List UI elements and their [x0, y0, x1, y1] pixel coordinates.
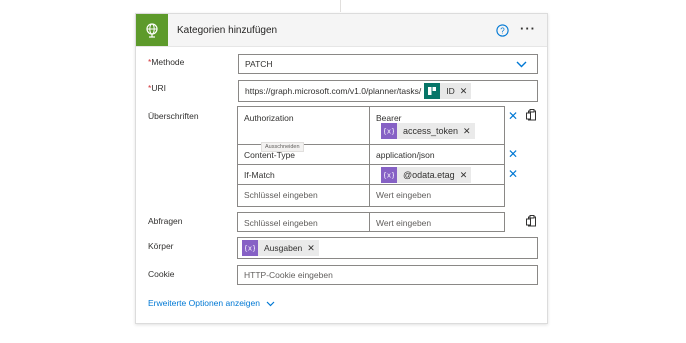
cookie-input[interactable]: HTTP-Cookie eingeben [237, 265, 538, 285]
delete-row-icon[interactable]: ✕ [508, 168, 518, 180]
access-token-token[interactable]: {x} access_token ✕ [381, 123, 475, 139]
action-card: Kategorien hinzufügen ? ··· *Methode PAT… [135, 13, 548, 324]
card-title: Kategorien hinzufügen [177, 25, 278, 36]
header-value-input[interactable]: Wert eingeben [370, 184, 437, 206]
uri-input[interactable]: https://graph.microsoft.com/v1.0/planner… [238, 80, 538, 102]
uri-value: https://graph.microsoft.com/v1.0/planner… [245, 86, 422, 96]
globe-icon [136, 14, 168, 46]
help-icon[interactable]: ? [496, 24, 509, 37]
svg-text:{x}: {x} [384, 128, 394, 136]
cut-tooltip: Ausschneiden [261, 142, 304, 152]
remove-token-icon[interactable]: ✕ [460, 170, 468, 181]
headers-table: Authorization Bearer {x} access_token ✕ … [237, 106, 505, 207]
svg-text:?: ? [500, 26, 505, 35]
header-key-input[interactable]: Schlüssel eingeben [238, 184, 324, 206]
remove-token-icon[interactable]: ✕ [307, 243, 315, 254]
flow-connector [340, 0, 341, 12]
more-options-icon[interactable]: ··· [520, 21, 536, 36]
token-label: access_token [403, 126, 459, 136]
delete-row-icon[interactable]: ✕ [508, 148, 518, 160]
odata-etag-token[interactable]: {x} @odata.etag ✕ [381, 167, 472, 183]
queries-table: Schlüssel eingeben Wert eingeben [237, 212, 505, 232]
header-key-if-match[interactable]: If-Match [238, 164, 281, 186]
delete-row-icon[interactable]: ✕ [508, 110, 518, 122]
uri-token-label: ID [446, 86, 455, 96]
queries-label: Abfragen [148, 216, 183, 226]
query-value-input[interactable]: Wert eingeben [370, 213, 437, 234]
token-label: @odata.etag [403, 170, 455, 180]
paste-icon[interactable] [526, 109, 537, 121]
paste-icon[interactable] [526, 215, 537, 227]
outputs-token[interactable]: {x} Ausgaben ✕ [242, 240, 319, 256]
method-label: *Methode [148, 57, 185, 67]
uri-id-token[interactable]: ID ✕ [424, 83, 472, 99]
body-label: Körper [148, 241, 174, 251]
expression-icon: {x} [242, 240, 258, 256]
cookie-label: Cookie [148, 269, 175, 279]
body-input[interactable]: {x} Ausgaben ✕ [237, 237, 538, 259]
remove-token-icon[interactable]: ✕ [463, 126, 471, 137]
svg-text:{x}: {x} [245, 245, 255, 253]
show-advanced-options-link[interactable]: Erweiterte Optionen anzeigen [148, 298, 275, 308]
remove-token-icon[interactable]: ✕ [460, 86, 468, 97]
token-label: Ausgaben [264, 243, 303, 253]
planner-icon [424, 83, 441, 99]
method-dropdown[interactable]: PATCH [238, 54, 538, 74]
svg-text:{x}: {x} [384, 172, 394, 180]
card-header[interactable]: Kategorien hinzufügen ? ··· [136, 14, 547, 47]
uri-label: *URI [148, 83, 166, 93]
query-key-input[interactable]: Schlüssel eingeben [238, 213, 324, 234]
chevron-down-icon [516, 61, 527, 68]
header-value-json[interactable]: application/json [370, 144, 441, 166]
chevron-down-icon [266, 301, 275, 307]
expression-icon: {x} [381, 167, 397, 183]
header-key-authorization[interactable]: Authorization [238, 107, 300, 129]
method-value: PATCH [245, 59, 273, 69]
expression-icon: {x} [381, 123, 397, 139]
advanced-label: Erweiterte Optionen anzeigen [148, 298, 260, 308]
headers-label: Überschriften [148, 111, 199, 121]
